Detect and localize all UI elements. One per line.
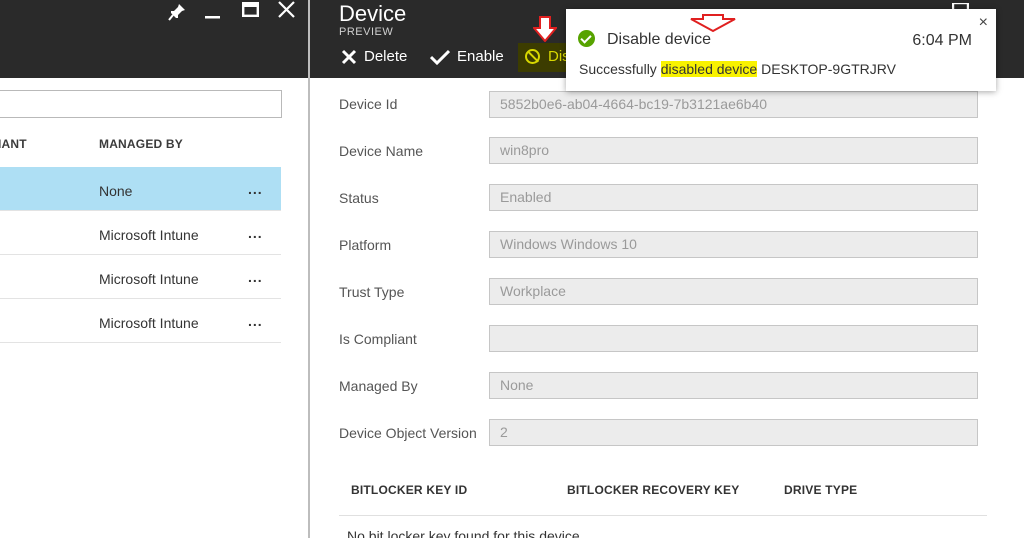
status-field[interactable]: Enabled [489,184,978,211]
field-label-trust-type: Trust Type [339,284,405,300]
bitlocker-empty-message: No bit locker key found for this device [347,528,580,538]
more-options-icon[interactable]: ... [248,181,263,197]
table-row[interactable]: Microsoft Intune ... [0,255,281,299]
table-row[interactable]: None ... [0,167,281,211]
managed-by-value: None [99,183,133,199]
table-row[interactable]: Microsoft Intune ... [0,299,281,343]
managed-by-value: Microsoft Intune [99,227,199,243]
field-label-object-version: Device Object Version [339,425,477,441]
delete-label: Delete [364,48,408,65]
page-title: Device [339,1,407,26]
enable-button[interactable]: Enable [430,48,504,65]
field-label-status: Status [339,190,379,206]
annotation-arrow-icon [690,14,736,33]
checkmark-icon [430,49,450,65]
notification-toast[interactable]: Disable device 6:04 PM × Successfully di… [566,9,996,91]
toast-message: Successfully disabled device DESKTOP-9GT… [579,61,896,77]
minimize-icon[interactable] [205,3,221,23]
toast-message-prefix: Successfully [579,61,661,77]
device-name-field[interactable]: win8pro [489,137,978,164]
column-header-managed-by[interactable]: MANAGED BY [99,137,183,151]
toast-title: Disable device [607,31,712,48]
managed-by-value: Microsoft Intune [99,271,199,287]
table-divider [339,515,987,516]
more-options-icon[interactable]: ... [248,225,263,241]
toast-close-icon[interactable]: × [979,14,988,32]
close-icon[interactable] [278,1,295,22]
pin-icon[interactable] [167,2,187,26]
delete-button[interactable]: Delete [341,48,407,65]
maximize-icon[interactable] [242,1,260,21]
search-input[interactable] [0,90,282,118]
toast-timestamp: 6:04 PM [912,32,972,49]
device-list-blade: IANT MANAGED BY None ... Microsoft Intun… [0,0,308,538]
success-check-icon [578,30,595,47]
close-icon [341,49,357,65]
trust-type-field[interactable]: Workplace [489,278,978,305]
toast-message-highlight: disabled device [660,61,758,77]
left-blade-header [0,0,308,78]
field-label-is-compliant: Is Compliant [339,331,417,347]
column-header-bitlocker-key-id[interactable]: BITLOCKER KEY ID [351,483,467,497]
platform-field[interactable]: Windows Windows 10 [489,231,978,258]
is-compliant-field[interactable] [489,325,978,352]
enable-label: Enable [457,48,504,65]
device-properties: Device Id 5852b0e6-ab04-4664-bc19-7b3121… [310,78,1024,538]
block-icon [525,49,540,64]
field-label-managed-by: Managed By [339,378,418,394]
toast-message-suffix: DESKTOP-9GTRJRV [757,61,896,77]
column-header-recovery-key[interactable]: BITLOCKER RECOVERY KEY [567,483,739,497]
device-table: None ... Microsoft Intune ... Microsoft … [0,167,281,343]
annotation-arrow-icon [533,16,557,42]
field-label-device-id: Device Id [339,96,398,112]
device-id-field[interactable]: 5852b0e6-ab04-4664-bc19-7b3121ae6b40 [489,91,978,118]
column-header-compliant[interactable]: IANT [0,137,27,151]
field-label-device-name: Device Name [339,143,424,159]
disable-button[interactable]: Dis [525,48,570,65]
page-subtitle: PREVIEW [339,26,394,38]
object-version-field[interactable]: 2 [489,419,978,446]
field-label-platform: Platform [339,237,392,253]
column-header-drive-type[interactable]: DRIVE TYPE [784,483,857,497]
table-row[interactable]: Microsoft Intune ... [0,211,281,255]
managed-by-value: Microsoft Intune [99,315,199,331]
more-options-icon[interactable]: ... [248,313,263,329]
managed-by-field[interactable]: None [489,372,978,399]
more-options-icon[interactable]: ... [248,269,263,285]
